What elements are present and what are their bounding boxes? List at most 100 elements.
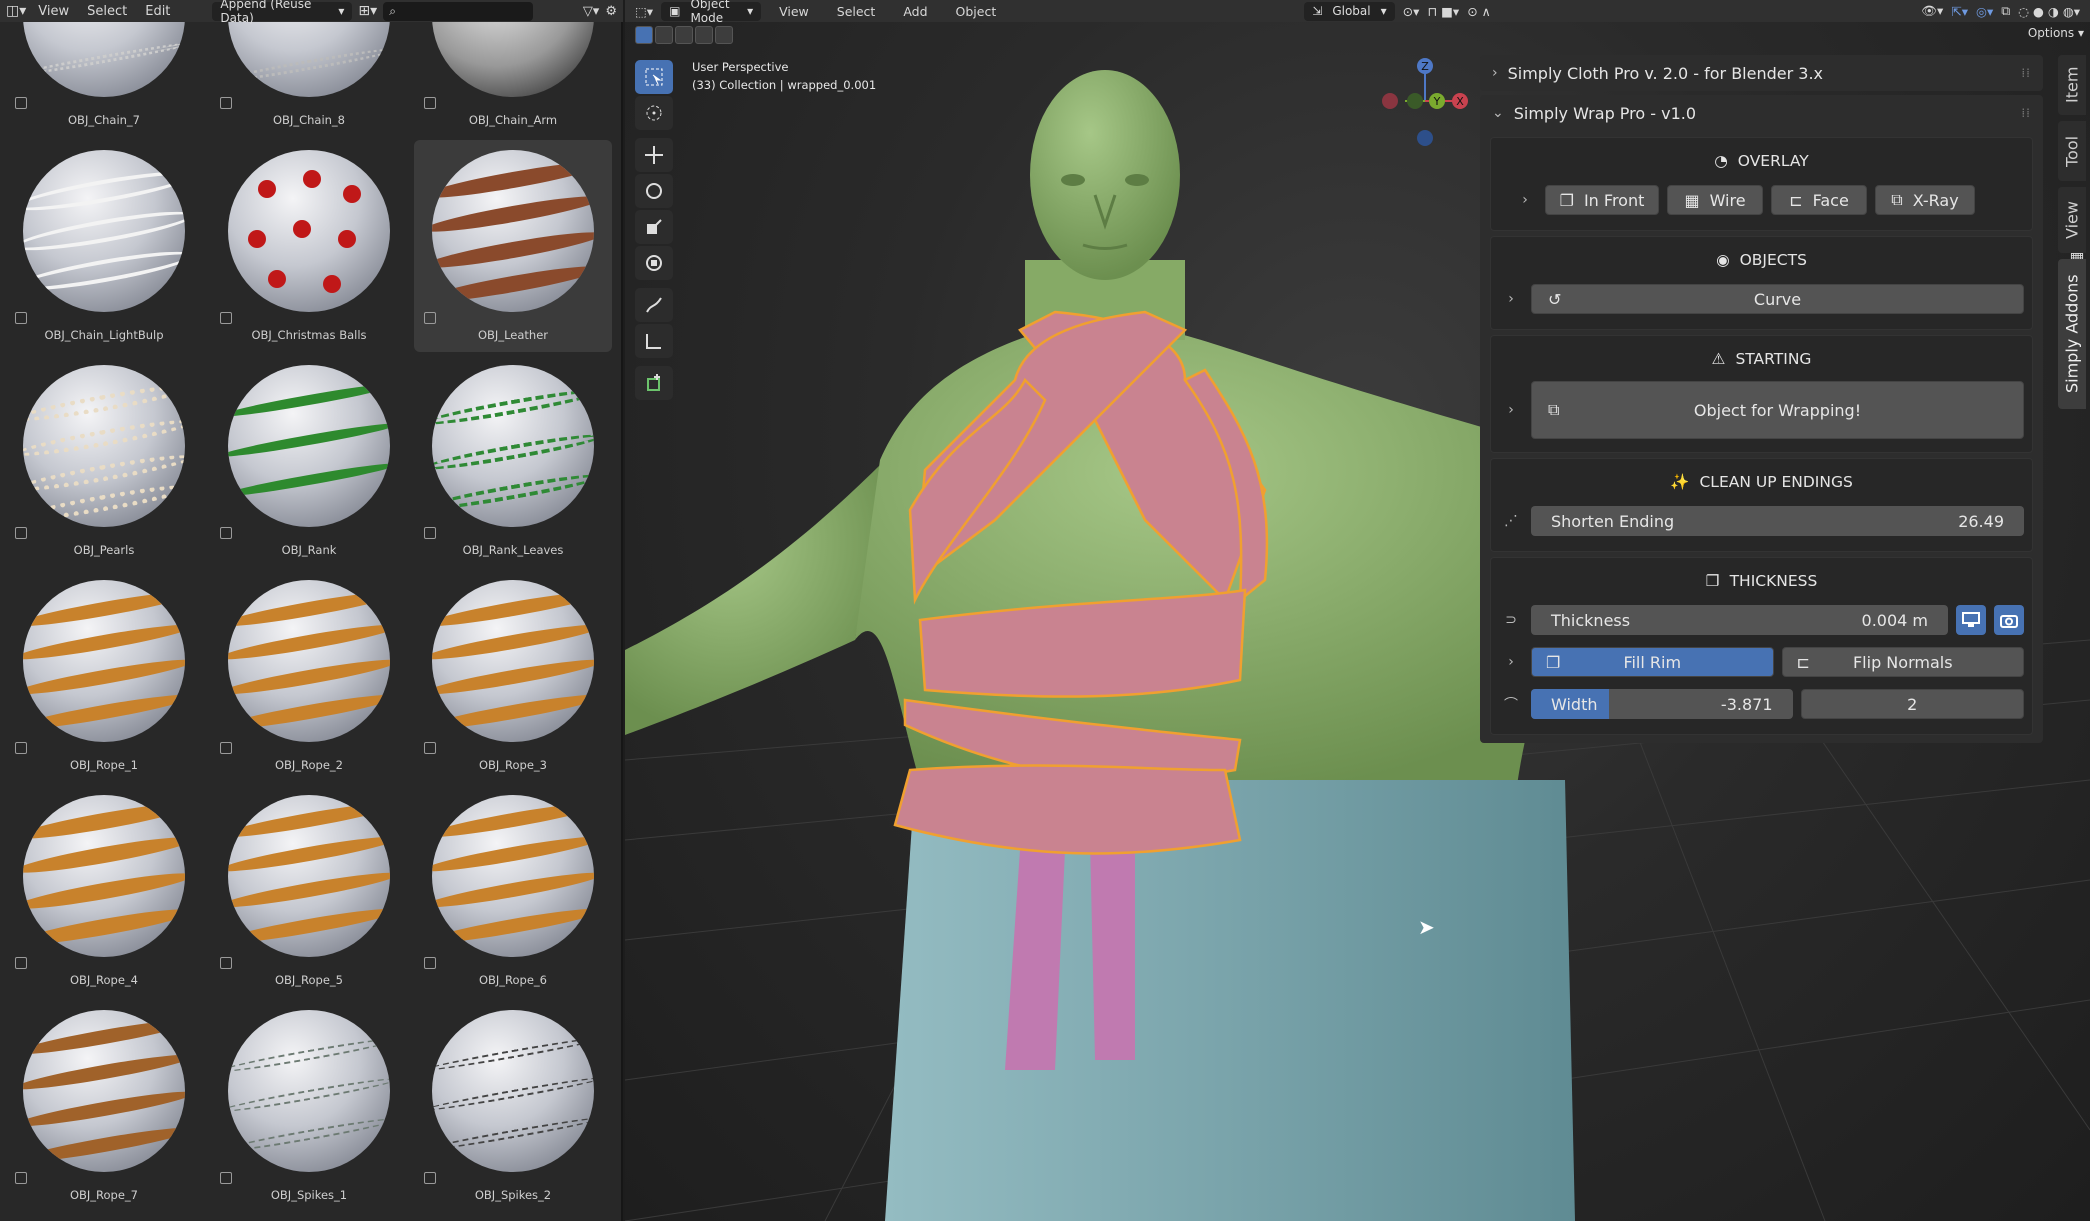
editor-type-icon[interactable]: ◫▾ (6, 3, 26, 19)
asset-tile[interactable]: OBJ_Rope_2 (210, 570, 408, 782)
asset-checkbox[interactable] (220, 312, 232, 324)
add-cube-tool[interactable] (635, 366, 673, 400)
asset-tile[interactable]: OBJ_Rank (210, 355, 408, 567)
xray-icon[interactable]: ⧉ (2001, 3, 2010, 19)
asset-tile[interactable]: OBJ_Pearls (5, 355, 203, 567)
tab-view[interactable]: View (2058, 187, 2086, 253)
pivot-icon[interactable]: ⊙▾ (1403, 4, 1420, 19)
transform-tool[interactable] (635, 246, 673, 280)
asset-checkbox[interactable] (15, 957, 27, 969)
gizmo-toggle-icon[interactable]: ⇱▾ (1951, 4, 1968, 19)
asset-checkbox[interactable] (424, 312, 436, 324)
asset-checkbox[interactable] (424, 97, 436, 109)
menu-select[interactable]: Select (81, 4, 133, 19)
asset-tile[interactable]: OBJ_Rope_3 (414, 570, 612, 782)
asset-tile[interactable]: OBJ_Christmas Balls (210, 140, 408, 352)
asset-checkbox[interactable] (220, 527, 232, 539)
menu-view[interactable]: View (32, 4, 75, 19)
chevron-right-icon[interactable]: › (1499, 654, 1523, 670)
rotate-tool[interactable] (635, 174, 673, 208)
shorten-ending-field[interactable]: Shorten Ending 26.49 (1531, 506, 2024, 536)
select-subtract-icon[interactable] (675, 26, 693, 44)
drag-grip-icon[interactable]: ⁞⁞ (2021, 66, 2031, 80)
display-mode-icon[interactable]: ⊞▾ (358, 3, 377, 19)
asset-checkbox[interactable] (424, 742, 436, 754)
width-slider[interactable]: Width -3.871 (1531, 689, 1793, 719)
asset-checkbox[interactable] (220, 742, 232, 754)
options-dropdown[interactable]: Options ▾ (2028, 26, 2084, 40)
select-new-icon[interactable] (635, 26, 653, 44)
chevron-right-icon[interactable]: › (1513, 192, 1537, 208)
search-input[interactable]: ⌕ (383, 1, 534, 21)
thickness-title: ❐ THICKNESS (1499, 566, 2024, 596)
scale-tool[interactable] (635, 210, 673, 244)
count-field[interactable]: 2 (1800, 689, 2024, 719)
asset-tile-selected[interactable]: OBJ_Leather (414, 140, 612, 352)
import-mode-dropdown[interactable]: Append (Reuse Data) ▾ (212, 0, 353, 25)
tab-simply-addons[interactable]: Simply Addons (2058, 259, 2086, 409)
asset-tile[interactable]: OBJ_Rope_6 (414, 785, 612, 997)
asset-tile[interactable]: OBJ_Chain_LightBulp (5, 140, 203, 352)
shading-modes-icon[interactable]: ◌ ● ◑ ◍▾ (2018, 4, 2080, 19)
cloth-pro-header[interactable]: › Simply Cloth Pro v. 2.0 - for Blender … (1480, 55, 2043, 91)
asset-tile[interactable]: OBJ_Spikes_2 (414, 1000, 612, 1212)
snap-icon[interactable]: ⊓ ■▾ (1427, 4, 1459, 19)
menu-add[interactable]: Add (893, 4, 937, 19)
wire-button[interactable]: ▦ Wire (1667, 185, 1763, 215)
cursor-tool[interactable] (635, 96, 673, 130)
chevron-right-icon[interactable]: › (1499, 402, 1523, 418)
xray-button[interactable]: ⧉ X-Ray (1875, 185, 1975, 215)
asset-checkbox[interactable] (424, 957, 436, 969)
asset-checkbox[interactable] (15, 527, 27, 539)
menu-select[interactable]: Select (827, 4, 886, 19)
gear-icon[interactable]: ⚙ (605, 4, 617, 19)
tab-item[interactable]: Item (2058, 55, 2086, 115)
curve-field[interactable]: ↺ Curve (1531, 284, 2024, 314)
monitor-icon[interactable] (1956, 605, 1986, 635)
face-button[interactable]: ⊏ Face (1771, 185, 1867, 215)
measure-tool[interactable] (635, 324, 673, 358)
asset-checkbox[interactable] (15, 1172, 27, 1184)
asset-checkbox[interactable] (220, 957, 232, 969)
move-tool[interactable] (635, 138, 673, 172)
asset-tile[interactable]: OBJ_Rope_7 (5, 1000, 203, 1212)
orientation-dropdown[interactable]: ⇲ Global ▾ (1304, 1, 1395, 21)
asset-tile[interactable]: OBJ_Rope_5 (210, 785, 408, 997)
select-invert-icon[interactable] (695, 26, 713, 44)
flip-normals-button[interactable]: ⊏ Flip Normals (1781, 647, 2024, 677)
navigation-gizmo[interactable]: Z Y X (1375, 56, 1475, 156)
visibility-icon[interactable]: 👁▾ (1921, 3, 1943, 19)
asset-checkbox[interactable] (220, 97, 232, 109)
proportional-edit-icon[interactable]: ⊙ ∧ (1467, 4, 1491, 19)
asset-tile[interactable]: OBJ_Rope_1 (5, 570, 203, 782)
asset-tile[interactable]: OBJ_Rope_4 (5, 785, 203, 997)
in-front-button[interactable]: ❐ In Front (1545, 185, 1659, 215)
menu-object[interactable]: Object (946, 4, 1007, 19)
asset-tile[interactable]: OBJ_Spikes_1 (210, 1000, 408, 1212)
asset-tile[interactable]: OBJ_Rank_Leaves (414, 355, 612, 567)
asset-checkbox[interactable] (220, 1172, 232, 1184)
mode-dropdown[interactable]: ▣ Object Mode ▾ (661, 0, 762, 25)
select-extend-icon[interactable] (655, 26, 673, 44)
asset-checkbox[interactable] (424, 527, 436, 539)
filter-icon[interactable]: ▽▾ (583, 4, 600, 19)
asset-checkbox[interactable] (15, 312, 27, 324)
fill-rim-button[interactable]: ❐ Fill Rim (1531, 647, 1774, 677)
menu-view[interactable]: View (769, 4, 819, 19)
select-box-tool[interactable] (635, 60, 673, 94)
asset-checkbox[interactable] (424, 1172, 436, 1184)
thickness-field[interactable]: Thickness 0.004 m (1531, 605, 1948, 635)
camera-icon[interactable] (1994, 605, 2024, 635)
annotate-tool[interactable] (635, 288, 673, 322)
overlay-toggle-icon[interactable]: ◎▾ (1976, 4, 1993, 19)
menu-edit[interactable]: Edit (139, 4, 176, 19)
object-for-wrapping-button[interactable]: ⧉ Object for Wrapping! (1531, 381, 2024, 439)
drag-grip-icon[interactable]: ⁞⁞ (2021, 106, 2031, 120)
select-intersect-icon[interactable] (715, 26, 733, 44)
editor-type-icon[interactable]: ⬚▾ (635, 4, 653, 19)
wrap-pro-header[interactable]: ⌄ Simply Wrap Pro - v1.0 ⁞⁞ (1480, 95, 2043, 131)
tab-tool[interactable]: Tool (2058, 121, 2086, 181)
asset-checkbox[interactable] (15, 97, 27, 109)
asset-checkbox[interactable] (15, 742, 27, 754)
chevron-right-icon[interactable]: › (1499, 291, 1523, 307)
